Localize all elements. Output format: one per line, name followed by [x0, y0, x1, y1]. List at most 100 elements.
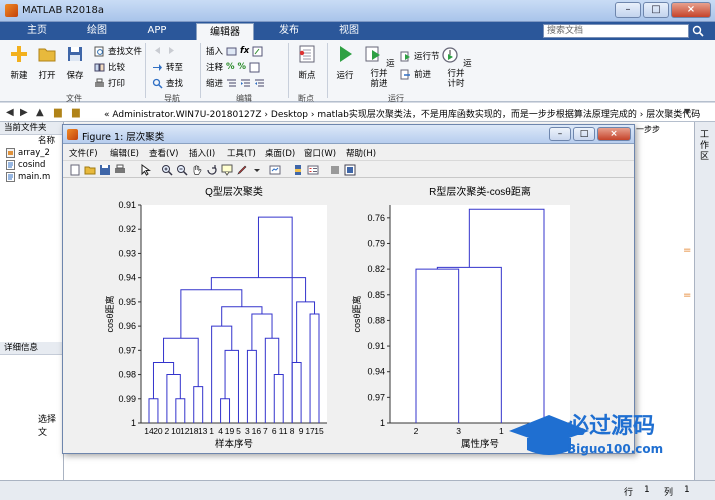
up-folder-icon[interactable]: ▲ [36, 107, 44, 118]
run-advance-icon [365, 46, 381, 62]
tab-plots[interactable]: 绘图 [68, 22, 126, 40]
run-button[interactable]: 运行 [331, 44, 359, 81]
edit-plot-icon[interactable] [139, 164, 151, 176]
y-tick-label: 0.99 [118, 394, 136, 404]
menu-desktop[interactable]: 桌面(D) [265, 147, 295, 159]
figure-minimize-button[interactable]: – [549, 127, 571, 141]
watermark-brand: 必过源码 [567, 413, 655, 439]
y-tick-label: 0.98 [118, 370, 136, 380]
tab-publish[interactable]: 发布 [260, 22, 318, 40]
run-label: 运行 [336, 71, 354, 81]
new-figure-icon[interactable] [69, 164, 81, 176]
indent-button[interactable]: 缩进 [206, 77, 265, 89]
new-button[interactable]: 新建 [6, 44, 32, 81]
find-icon [152, 78, 163, 89]
decrease-indent-icon [255, 79, 265, 86]
tab-home[interactable]: 主页 [8, 22, 66, 40]
close-button[interactable]: × [671, 2, 711, 18]
find-label: 查找 [166, 79, 184, 89]
uncomment-icon[interactable]: % [238, 62, 247, 72]
run-section-button[interactable]: 运行节 [400, 50, 440, 62]
open-label: 打开 [38, 71, 56, 81]
rotate-3d-icon[interactable] [206, 164, 218, 176]
path-dropdown-icon[interactable]: ▼ [684, 107, 690, 116]
menu-tools[interactable]: 工具(T) [227, 147, 256, 159]
link-plot-icon[interactable] [269, 164, 281, 176]
find-button[interactable]: 查找 [152, 77, 183, 89]
new-icon [11, 46, 27, 62]
data-cursor-icon[interactable] [221, 164, 233, 176]
run-icon [340, 46, 352, 62]
zoom-in-icon[interactable] [161, 164, 173, 176]
search-icon[interactable] [692, 25, 704, 37]
open-file-icon[interactable] [84, 164, 96, 176]
insert-legend-icon[interactable] [307, 164, 319, 176]
zoom-out-icon[interactable] [176, 164, 188, 176]
compare-button[interactable]: 比较 [94, 61, 125, 73]
run-and-advance-button[interactable]: 运行并 前进 [362, 44, 396, 89]
comment-button[interactable]: 注释 % % [206, 61, 260, 73]
figure-close-button[interactable]: × [597, 127, 631, 141]
name-column-header[interactable]: 名称 [0, 135, 63, 147]
y-tick-label: 0.82 [367, 264, 385, 274]
tab-apps[interactable]: APP [128, 22, 186, 40]
open-button[interactable]: 打开 [34, 44, 60, 81]
m-file-icon [6, 172, 15, 182]
menu-view[interactable]: 查看(V) [149, 147, 178, 159]
browse-folder-icon[interactable]: ▆ [72, 107, 80, 118]
maximize-button[interactable]: □ [643, 2, 669, 18]
run-and-time-button[interactable]: 运行并 计时 [440, 44, 472, 89]
print-button[interactable]: 打印 [94, 77, 125, 89]
x-tick-label: 20 [153, 426, 163, 436]
file-name: main.m [18, 172, 51, 182]
save-label: 保存 [66, 71, 84, 81]
current-folder-path[interactable]: « Administrator.WIN7U-20180127Z › Deskto… [104, 107, 700, 120]
x-tick-label: 1 [209, 426, 214, 436]
x-tick-label: 9 [299, 426, 304, 436]
tab-editor[interactable]: 编辑器 [196, 23, 254, 40]
nav-arrows[interactable] [152, 45, 177, 56]
figure-maximize-button[interactable]: □ [573, 127, 595, 141]
brush-dropdown-icon[interactable] [251, 164, 263, 176]
x-tick-label: 5 [236, 426, 241, 436]
tab-view[interactable]: 视图 [320, 22, 378, 40]
row-value: 1 [644, 485, 650, 495]
goto-button[interactable]: 转至 [152, 61, 183, 73]
menu-file[interactable]: 文件(F) [69, 147, 98, 159]
list-item[interactable]: array_2 [0, 147, 63, 159]
insert-section-icon [226, 47, 237, 55]
insert-button[interactable]: 插入 fx [206, 45, 263, 57]
minimize-button[interactable]: – [615, 2, 641, 18]
menu-insert[interactable]: 插入(I) [189, 147, 215, 159]
forward-icon[interactable]: ▶ [20, 107, 28, 118]
pan-hand-icon[interactable] [191, 164, 203, 176]
current-folder-header: 当前文件夹 [0, 122, 63, 135]
print-figure-icon[interactable] [114, 164, 126, 176]
search-input[interactable]: 搜索文档 [543, 24, 689, 38]
workspace-label[interactable]: 工作区 [700, 130, 712, 163]
percent-icon[interactable]: % [226, 62, 235, 72]
list-item[interactable]: cosind [0, 159, 63, 171]
menu-help[interactable]: 帮助(H) [346, 147, 376, 159]
menu-window[interactable]: 窗口(W) [304, 147, 336, 159]
insert-function-icon [252, 46, 263, 56]
find-files-label: 查找文件 [108, 47, 143, 57]
figure-titlebar[interactable]: Figure 1: 层次聚类 – □ × [63, 125, 634, 144]
y-tick-label: 0.91 [118, 200, 136, 210]
group-divider [145, 43, 146, 98]
advance-button[interactable]: 前进 [400, 68, 431, 80]
brush-icon[interactable] [236, 164, 248, 176]
insert-colorbar-icon[interactable] [292, 164, 304, 176]
save-figure-icon[interactable] [99, 164, 111, 176]
group-divider [327, 43, 328, 98]
menu-edit[interactable]: 编辑(E) [110, 147, 139, 159]
list-item[interactable]: main.m [0, 171, 63, 183]
breakpoints-icon [299, 45, 315, 63]
find-files-button[interactable]: 查找文件 [94, 45, 142, 57]
save-button[interactable]: 保存 [62, 44, 88, 81]
show-plot-tools-icon[interactable] [344, 164, 356, 176]
back-icon[interactable]: ◀ [6, 107, 14, 118]
fx-icon[interactable]: fx [240, 46, 249, 56]
hide-plot-tools-icon[interactable] [329, 164, 341, 176]
breakpoints-button[interactable]: 断点 [292, 44, 322, 81]
